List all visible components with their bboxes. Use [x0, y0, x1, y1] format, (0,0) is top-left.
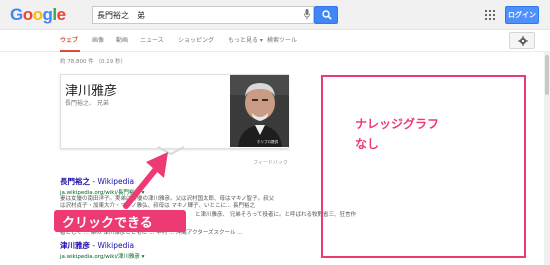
search-tabs: ウェブ 画像 動画 ニュース ショッピング もっと見る ▾ 検索ツール	[0, 30, 550, 52]
gear-icon	[518, 36, 528, 46]
logo-letter: o	[32, 5, 43, 24]
result-title-bold: 長門裕之	[60, 177, 90, 186]
knowledge-card[interactable]: 津川雅彦 長門裕之、 兄弟 ホリプロ提供	[60, 74, 289, 149]
google-logo[interactable]: Google	[10, 5, 66, 25]
logo-letter: o	[22, 5, 33, 24]
logo-letter: e	[56, 5, 66, 24]
tab-search-tools[interactable]: 検索ツール	[267, 35, 297, 44]
search-button[interactable]	[314, 6, 338, 24]
login-button[interactable]: ログイン	[505, 6, 539, 24]
arrow-icon	[123, 152, 168, 209]
microphone-icon[interactable]	[304, 9, 310, 20]
results-count: 約 78,800 件 （0.19 秒）	[60, 59, 126, 65]
search-input[interactable]	[97, 8, 293, 22]
feedback-link[interactable]: フィードバック	[253, 159, 288, 166]
active-tab-indicator	[60, 50, 80, 52]
scrollbar-thumb[interactable]	[545, 55, 549, 95]
tab-images[interactable]: 画像	[92, 35, 104, 44]
tab-videos[interactable]: 動画	[116, 35, 128, 44]
logo-letter: G	[10, 5, 23, 24]
person-photo[interactable]: ホリプロ提供	[230, 75, 289, 147]
search-icon	[322, 10, 332, 20]
tab-shopping[interactable]: ショッピング	[178, 35, 214, 44]
result-title-bold: 津川雅彦	[60, 241, 90, 250]
tab-news[interactable]: ニュース	[140, 35, 164, 44]
card-subtitle: 長門裕之、 兄弟	[65, 100, 109, 107]
settings-button[interactable]	[509, 32, 535, 49]
card-title: 津川雅彦	[65, 84, 118, 99]
annotation-text: ナレッジグラフ	[355, 117, 440, 131]
tab-web[interactable]: ウェブ	[60, 35, 78, 44]
top-bar: Google ログイン	[0, 0, 550, 30]
search-box[interactable]	[92, 6, 314, 24]
apps-grid-icon[interactable]	[485, 10, 495, 20]
photo-caption: ホリプロ提供	[257, 140, 278, 144]
result-title-rest: - Wikipedia	[90, 241, 135, 250]
annotation-text: なし	[355, 137, 380, 151]
click-label: クリックできる	[62, 216, 153, 231]
portrait-image	[230, 75, 289, 147]
logo-letter: g	[42, 5, 53, 24]
result-url[interactable]: ja.wikipedia.org/wiki/津川雅彦 ▾	[60, 252, 144, 260]
annotation-box	[321, 75, 526, 258]
result-title[interactable]: 津川雅彦 - Wikipedia	[60, 240, 134, 251]
tab-more[interactable]: もっと見る ▾	[228, 35, 263, 44]
